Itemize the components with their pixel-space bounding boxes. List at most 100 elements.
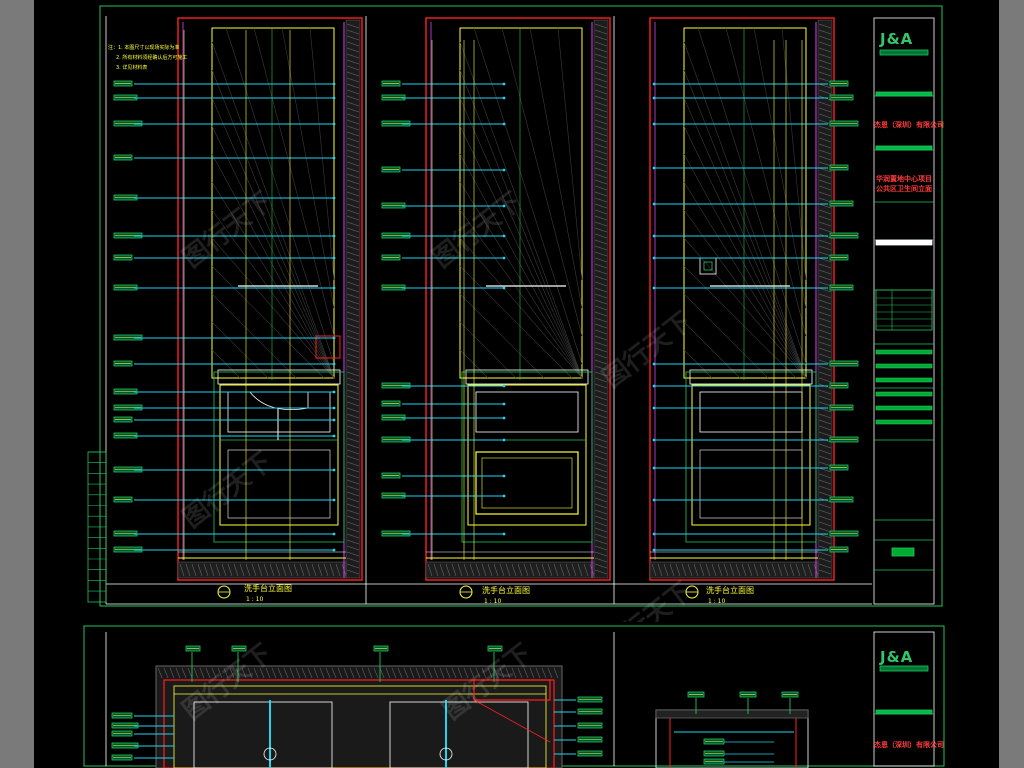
leader-dot — [332, 196, 336, 200]
leader-dot — [332, 336, 336, 340]
leader-dot — [332, 96, 336, 100]
leader-dot — [502, 532, 506, 536]
section-detail — [655, 709, 809, 768]
title-block-bar — [875, 405, 933, 411]
cad-viewer: J&A 杰恩（深圳）有限公司 华润置地中心项目 公共区卫生间立面 注：1. 本图… — [0, 0, 1024, 768]
cabinet-outline — [461, 371, 593, 543]
leader-dot — [652, 122, 656, 126]
cabinet-upper — [699, 391, 803, 433]
mirror-hatch — [501, 27, 583, 337]
cabinet-outline — [685, 371, 817, 543]
elevation-scale-2: 1 : 10 — [484, 598, 502, 605]
project-name-line-1: 华润置地中心项目 — [876, 175, 932, 183]
leader-dot — [652, 548, 656, 552]
logo-underline — [879, 665, 929, 672]
leader-dot — [502, 168, 506, 172]
leader-dot — [652, 532, 656, 536]
cabinet-drawer — [475, 451, 579, 515]
leader-dot — [652, 166, 656, 170]
title-block-frame — [873, 17, 935, 605]
mirror-hatch — [683, 293, 769, 379]
leader-dot — [502, 494, 506, 498]
leader-dot — [332, 286, 336, 290]
elevation-drawings — [87, 5, 943, 607]
leader-dot — [652, 234, 656, 238]
leader-dot — [332, 234, 336, 238]
cabinet-drawer-inner — [481, 457, 573, 509]
leader-dot — [502, 82, 506, 86]
general-note-2: 2. 所有材料须经确认后方可施工 — [116, 55, 188, 61]
title-block-bar — [875, 239, 933, 246]
company-name: 杰恩（深圳）有限公司 — [874, 121, 944, 129]
leader-dot — [332, 498, 336, 502]
leader-dot — [652, 96, 656, 100]
general-note-3: 3. 详见材料表 — [116, 65, 148, 71]
leader-dot — [332, 406, 336, 410]
sink-bowl — [249, 391, 309, 411]
leader-dot — [502, 402, 506, 406]
cabinet-upper — [227, 391, 331, 433]
elevation-title-1: 洗手台立面图 — [244, 584, 292, 593]
mirror-hatch — [725, 27, 807, 337]
leader-dot — [652, 82, 656, 86]
leader-dot — [652, 256, 656, 260]
company-logo: J&A — [880, 648, 914, 666]
leader-dot — [652, 202, 656, 206]
leader-dot — [332, 122, 336, 126]
leader-dot — [332, 156, 336, 160]
title-block-table — [875, 289, 933, 331]
leader-dot — [652, 438, 656, 442]
leader-dot — [332, 532, 336, 536]
leader-dot — [502, 256, 506, 260]
elevation-scale-3: 1 : 10 — [708, 598, 726, 605]
mirror-hatch — [459, 293, 545, 379]
mirror-hatch — [683, 209, 807, 379]
project-name-line-2: 公共区卫生间立面 — [876, 185, 932, 193]
mirror-frame — [683, 27, 807, 379]
leader-dot — [502, 234, 506, 238]
cabinet-upper — [475, 391, 579, 433]
leader-dot — [332, 468, 336, 472]
leader-dot — [502, 286, 506, 290]
wall-hatch-band — [345, 19, 361, 579]
mirror-hatch — [253, 27, 335, 337]
leader-dot — [332, 256, 336, 260]
section-detail-top — [655, 709, 809, 719]
leader-dot — [502, 438, 506, 442]
leader-dot — [332, 390, 336, 394]
elevation-title-2: 洗手台立面图 — [482, 586, 530, 595]
mirror-hatch — [211, 293, 297, 379]
mirror-hatch — [683, 181, 807, 379]
company-name: 杰恩（深圳）有限公司 — [874, 741, 944, 749]
general-note-1: 注：1. 本图尺寸以现场实际为准 — [108, 45, 180, 51]
leader-dot — [502, 416, 506, 420]
title-block-stamp — [891, 547, 915, 557]
logo-underline — [879, 49, 929, 56]
leader-dot — [652, 498, 656, 502]
leader-dot — [502, 384, 506, 388]
leader-dot — [332, 362, 336, 366]
title-block-bar — [875, 419, 933, 425]
elevation-title-3: 洗手台立面图 — [706, 586, 754, 595]
leader-dot — [332, 82, 336, 86]
drawing-sheet-bottom: J&A 杰恩（深圳）有限公司 图行天下 图行天下 — [34, 622, 999, 768]
leader-dot — [502, 474, 506, 478]
company-logo: J&A — [880, 30, 914, 48]
vanity-cabinet — [467, 384, 587, 526]
leader-dot — [652, 406, 656, 410]
drawing-sheet-top: J&A 杰恩（深圳）有限公司 华润置地中心项目 公共区卫生间立面 注：1. 本图… — [34, 0, 999, 664]
leader-dot — [652, 286, 656, 290]
leader-dot — [502, 96, 506, 100]
title-block-bar — [875, 363, 933, 369]
mirror-hatch — [697, 27, 807, 365]
title-block-bar — [875, 709, 933, 715]
leader-dot — [332, 434, 336, 438]
wall-hatch-band — [593, 19, 609, 579]
cabinet-outline — [213, 371, 345, 543]
cabinet-lower — [699, 449, 803, 519]
leader-dot — [332, 548, 336, 552]
wall-hatch-band — [817, 19, 833, 579]
vanity-cabinet — [691, 384, 811, 526]
elevation-scale-1: 1 : 10 — [246, 596, 264, 603]
leader-dot — [332, 418, 336, 422]
